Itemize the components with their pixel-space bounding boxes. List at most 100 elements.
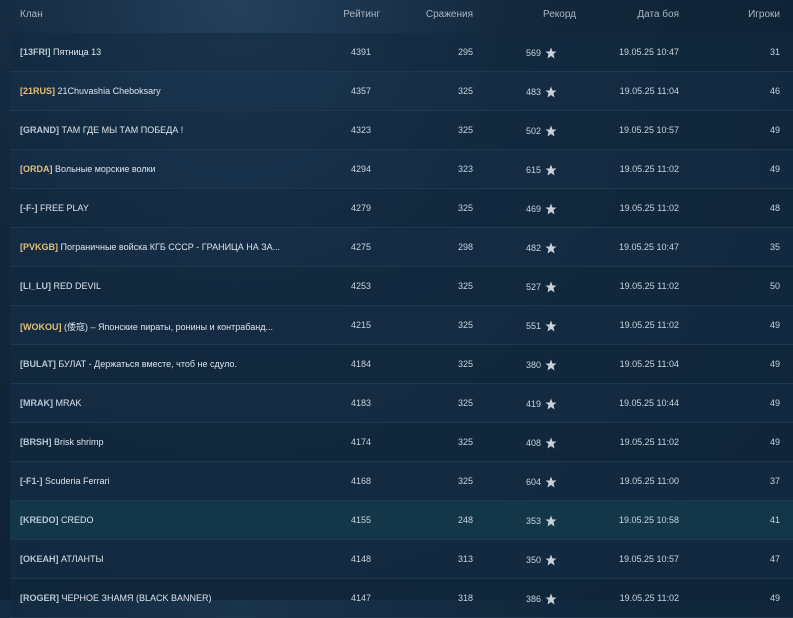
players-value: 49 <box>769 593 780 603</box>
table-row[interactable]: [13FRI] Пятница 13 4391 295 569 19.05.25 10:… <box>10 33 793 72</box>
table-row[interactable]: [KREDO] CREDO 4155 248 353 19.05.25 10:58 41 <box>10 501 793 540</box>
record-value: 419 <box>525 399 541 409</box>
star-icon <box>545 86 557 98</box>
players-value: 35 <box>769 242 780 252</box>
battle-date-value: 19.05.25 10:57 <box>618 554 679 564</box>
record-cell: 615 <box>526 164 557 176</box>
star-icon <box>545 125 557 137</box>
players-value: 49 <box>769 125 780 135</box>
clan-tag: [MRAK] <box>20 398 53 408</box>
star-icon <box>545 164 557 176</box>
header-clan[interactable]: Клан <box>20 9 43 20</box>
star-icon <box>545 476 557 488</box>
battles-value: 248 <box>457 515 473 525</box>
header-record[interactable]: Рекорд <box>543 9 576 20</box>
battle-date-value: 19.05.25 11:00 <box>619 476 679 486</box>
table-row[interactable]: [WOKOU] (倭寇) – Японские пираты, ронины и… <box>10 306 793 345</box>
clan-tag: [ORDA] <box>20 164 53 174</box>
clan-tag: [BULAT] <box>20 359 56 369</box>
star-icon <box>545 47 557 59</box>
battle-date-value: 19.05.25 10:47 <box>618 242 679 252</box>
clan-tag: [21RUS] <box>20 86 56 96</box>
rating-value: 4155 <box>350 515 371 525</box>
record-value: 569 <box>525 48 541 58</box>
header-battle-date[interactable]: Дата боя <box>637 9 679 20</box>
table-row[interactable]: [MRAK] MRAK 4183 325 419 19.05.25 10:44 49 <box>10 384 793 423</box>
clan-tag: [PVKGB] <box>20 242 58 252</box>
clan-tag: [OKEAH] <box>20 554 59 564</box>
star-icon <box>545 437 557 449</box>
clan-name: Пограничные войска КГБ СССР - ГРАНИЦА НА… <box>60 242 281 252</box>
clan-cell[interactable]: [KREDO] CREDO <box>20 515 94 525</box>
table-row[interactable]: [ORDA] Вольные морские волки 4294 323 615 19… <box>10 150 793 189</box>
table-row[interactable]: [GRAND] ТАМ ГДЕ МЫ ТАМ ПОБЕДА ! 4323 325 50… <box>10 111 793 150</box>
players-value: 49 <box>769 359 780 369</box>
clan-cell[interactable]: [PVKGB] Пограничные войска КГБ СССР - ГР… <box>20 242 280 252</box>
clan-name: БУЛАТ - Держаться вместе, чтоб не сдуло. <box>58 359 237 369</box>
clan-name: FREE PLAY <box>40 203 89 213</box>
star-icon <box>545 554 557 566</box>
clan-name: Brisk shrimp <box>54 437 104 447</box>
clan-cell[interactable]: [21RUS] 21Chuvashia Cheboksary <box>20 86 161 96</box>
record-cell: 527 <box>526 281 557 293</box>
rating-value: 4183 <box>350 398 371 408</box>
clan-cell[interactable]: [ROGER] ЧЕРНОЕ ЗНАМЯ (BLACK BANNER) <box>20 593 211 603</box>
table-row[interactable]: [-F1-] Scuderia Ferrari 4168 325 604 19.05.2… <box>10 462 793 501</box>
record-value: 502 <box>525 126 541 136</box>
header-rating[interactable]: Рейтинг <box>343 9 380 20</box>
record-value: 350 <box>525 555 541 565</box>
clan-name: Пятница 13 <box>53 47 102 57</box>
star-icon <box>545 242 557 254</box>
table-row[interactable]: [PVKGB] Пограничные войска КГБ СССР - ГР… <box>10 228 793 267</box>
clan-tag: [-F-] <box>20 203 38 213</box>
clan-name: RED DEVIL <box>53 281 102 291</box>
rating-value: 4148 <box>350 554 371 564</box>
battles-value: 325 <box>457 125 473 135</box>
record-cell: 569 <box>526 47 557 59</box>
clan-cell[interactable]: [GRAND] ТАМ ГДЕ МЫ ТАМ ПОБЕДА ! <box>20 125 183 135</box>
players-value: 49 <box>769 398 780 408</box>
battle-date-value: 19.05.25 10:57 <box>618 125 679 135</box>
table-row[interactable]: [BRSH] Brisk shrimp 4174 325 408 19.05.25 11… <box>10 423 793 462</box>
record-value: 482 <box>525 243 541 253</box>
record-value: 551 <box>525 321 541 331</box>
clan-cell[interactable]: [WOKOU] (倭寇) – Японские пираты, ронины и… <box>20 320 273 333</box>
clan-cell[interactable]: [MRAK] MRAK <box>20 398 82 408</box>
table-row[interactable]: [LI_LU] RED DEVIL 4253 325 527 19.05.25 11:0… <box>10 267 793 306</box>
battles-value: 325 <box>457 437 473 447</box>
clan-tag: [LI_LU] <box>20 281 51 291</box>
players-value: 49 <box>769 437 780 447</box>
table-row[interactable]: [OKEAH] АТЛАНТЫ 4148 313 350 19.05.25 10:57 4… <box>10 540 793 579</box>
rating-value: 4279 <box>350 203 371 213</box>
clan-name: ТАМ ГДЕ МЫ ТАМ ПОБЕДА ! <box>61 125 184 135</box>
clan-cell[interactable]: [-F-] FREE PLAY <box>20 203 89 213</box>
battle-date-value: 19.05.25 11:04 <box>619 359 679 369</box>
record-value: 483 <box>525 87 541 97</box>
clan-cell[interactable]: [BULAT] БУЛАТ - Держаться вместе, чтоб н… <box>20 359 237 369</box>
clan-cell[interactable]: [BRSH] Brisk shrimp <box>20 437 104 447</box>
battles-value: 325 <box>457 281 473 291</box>
header-players[interactable]: Игроки <box>748 9 780 20</box>
clan-cell[interactable]: [LI_LU] RED DEVIL <box>20 281 101 291</box>
clan-name: ЧЕРНОЕ ЗНАМЯ (BLACK BANNER) <box>61 593 212 603</box>
battles-value: 313 <box>457 554 473 564</box>
table-row[interactable]: [21RUS] 21Chuvashia Cheboksary 4357 325 483… <box>10 72 793 111</box>
star-icon <box>545 515 557 527</box>
rating-value: 4215 <box>350 320 371 330</box>
battle-date-value: 19.05.25 10:47 <box>618 47 679 57</box>
clan-cell[interactable]: [OKEAH] АТЛАНТЫ <box>20 554 104 564</box>
record-cell: 502 <box>526 125 557 137</box>
table-row[interactable]: [BULAT] БУЛАТ - Держаться вместе, чтоб н… <box>10 345 793 384</box>
record-value: 408 <box>525 438 541 448</box>
clan-cell[interactable]: [ORDA] Вольные морские волки <box>20 164 156 174</box>
star-icon <box>545 281 557 293</box>
table-row[interactable]: [ROGER] ЧЕРНОЕ ЗНАМЯ (BLACK BANNER) 4147 3… <box>10 579 793 618</box>
clan-cell[interactable]: [13FRI] Пятница 13 <box>20 47 101 57</box>
star-icon <box>545 203 557 215</box>
clan-cell[interactable]: [-F1-] Scuderia Ferrari <box>20 476 110 486</box>
record-value: 604 <box>525 477 541 487</box>
clan-rating-table: [13FRI] Пятница 13 4391 295 569 19.05.25 10:… <box>10 33 793 618</box>
table-row[interactable]: [-F-] FREE PLAY 4279 325 469 19.05.25 11:02 4… <box>10 189 793 228</box>
header-battles[interactable]: Сражения <box>426 9 473 20</box>
battles-value: 323 <box>457 164 473 174</box>
